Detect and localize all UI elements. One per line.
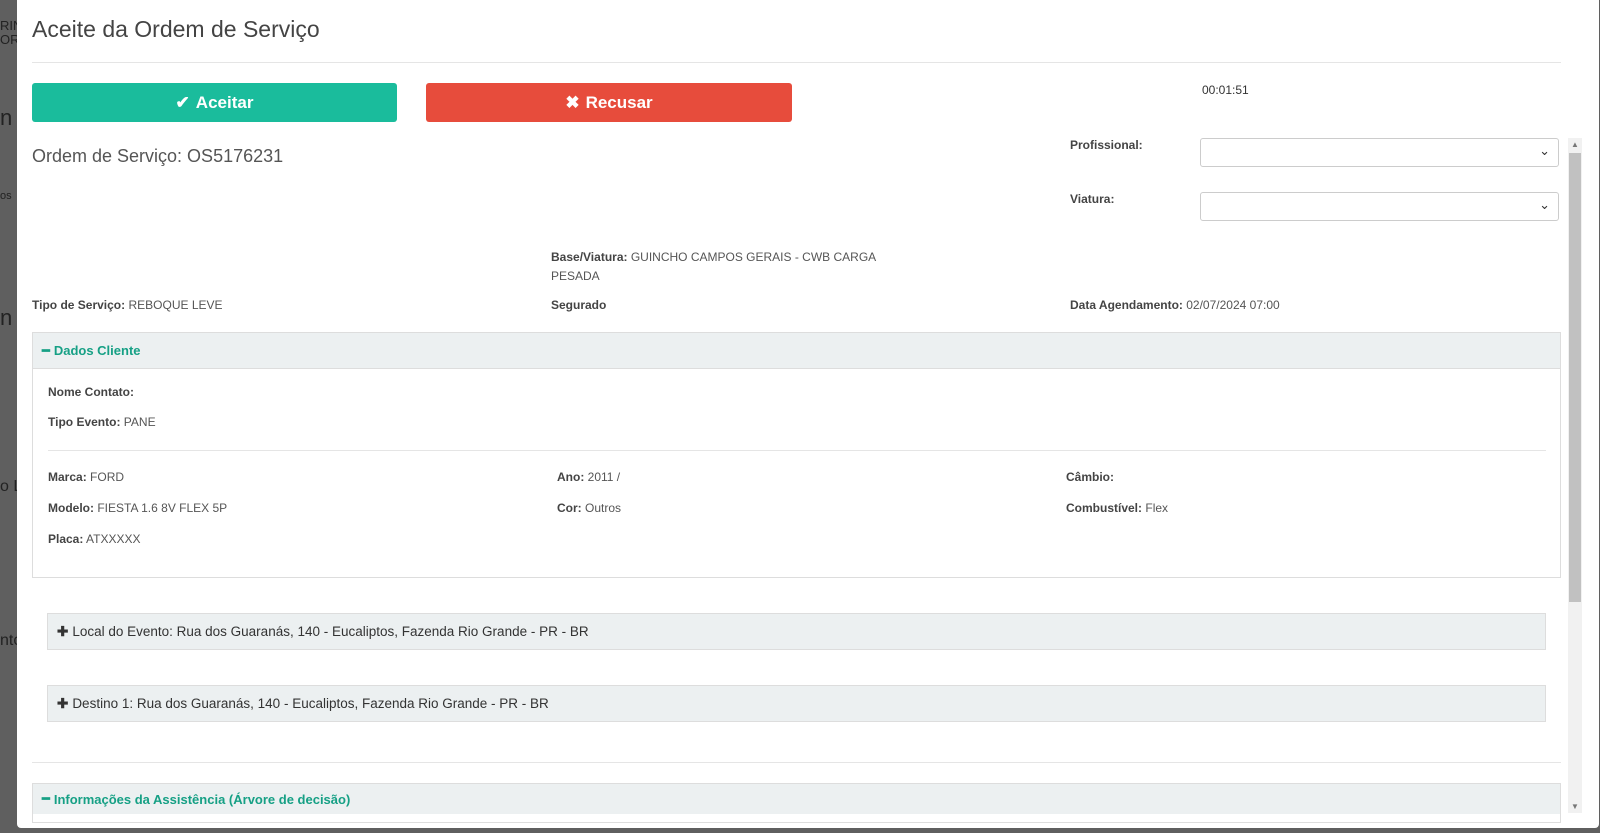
marca-value: FORD	[90, 470, 125, 484]
combustivel-label: Combustível:	[1066, 501, 1143, 515]
dados-cliente-panel: ━ Dados Cliente Nome Contato: Tipo Evento…	[32, 332, 1561, 578]
modelo-label: Modelo:	[48, 501, 94, 515]
viatura-select[interactable]: ⌄	[1200, 192, 1559, 221]
divider	[32, 762, 1561, 763]
background-text: o L	[0, 478, 17, 495]
background-text: n	[0, 105, 13, 130]
data-agendamento-value: 02/07/2024 07:00	[1186, 298, 1280, 312]
marca-label: Marca:	[48, 470, 87, 484]
refuse-button[interactable]: ✖ Recusar	[426, 83, 792, 122]
cambio-label: Câmbio:	[1066, 470, 1114, 484]
ano-label: Ano:	[557, 470, 585, 484]
background-text: n	[0, 305, 13, 330]
ano-value: 2011 /	[587, 470, 621, 484]
background-text: ORA	[0, 32, 17, 47]
cor-label: Cor:	[557, 501, 582, 515]
check-icon: ✔	[175, 92, 190, 112]
nome-contato-label: Nome Contato:	[48, 385, 134, 399]
data-agendamento-label: Data Agendamento:	[1070, 298, 1183, 312]
placa-value: ATXXXXX	[86, 532, 141, 546]
tipo-evento-label: Tipo Evento:	[48, 415, 121, 429]
local-evento-panel[interactable]: ✚ Local do Evento: Rua dos Guaranás, 140 …	[47, 613, 1546, 650]
dados-cliente-title: Dados Cliente	[53, 343, 141, 358]
accept-label: Aceitar	[195, 92, 254, 112]
destino-text: Destino 1: Rua dos Guaranás, 140 - Eucal…	[72, 696, 549, 711]
modelo-value: FIESTA 1.6 8V FLEX 5P	[97, 501, 228, 515]
divider	[48, 450, 1546, 451]
order-number: Ordem de Serviço: OS5176231	[32, 146, 284, 166]
placa-label: Placa:	[48, 532, 84, 546]
background-text: os	[0, 190, 12, 202]
background-text: RIN	[0, 18, 17, 33]
accept-order-modal: Aceite da Ordem de Serviço ✔ Aceitar ✖ Rec…	[17, 0, 1599, 828]
cor-value: Outros	[585, 501, 622, 515]
modal-title: Aceite da Ordem de Serviço	[32, 16, 320, 42]
tipo-servico-value: REBOQUE LEVE	[128, 298, 223, 312]
plus-icon: ✚	[57, 623, 69, 639]
profissional-select[interactable]: ⌄	[1200, 138, 1559, 167]
info-assistencia-panel: ━ Informações da Assistência (Árvore de d…	[32, 783, 1561, 823]
tipo-evento-value: PANE	[123, 415, 156, 429]
viatura-label: Viatura:	[1070, 192, 1115, 206]
background-text: nto	[0, 632, 17, 649]
base-viatura-label: Base/Viatura:	[551, 250, 628, 264]
combustivel-value: Flex	[1145, 501, 1169, 515]
profissional-label: Profissional:	[1070, 138, 1143, 152]
timer: 00:01:51	[1202, 83, 1249, 97]
minus-icon: ━	[42, 342, 50, 358]
plus-icon: ✚	[57, 695, 69, 711]
base-viatura-value-cont: PESADA	[551, 269, 600, 283]
minus-icon: ━	[42, 791, 50, 806]
info-assistencia-header[interactable]: ━ Informações da Assistência (Árvore de d…	[33, 784, 1560, 814]
refuse-label: Recusar	[585, 92, 653, 112]
destino-panel[interactable]: ✚ Destino 1: Rua dos Guaranás, 140 - Euca…	[47, 685, 1546, 722]
tipo-servico-label: Tipo de Serviço:	[32, 298, 126, 312]
divider	[32, 62, 1561, 63]
chevron-down-icon: ⌄	[1539, 143, 1550, 158]
chevron-down-icon: ⌄	[1539, 197, 1550, 212]
scrollbar[interactable]: ▲ ▼	[1568, 138, 1582, 813]
scroll-up-icon[interactable]: ▲	[1571, 140, 1579, 149]
times-icon: ✖	[565, 92, 580, 112]
info-assistencia-title: Informações da Assistência (Árvore de de…	[53, 791, 351, 807]
segurado-label: Segurado	[551, 298, 607, 312]
scroll-down-icon[interactable]: ▼	[1571, 802, 1579, 811]
dados-cliente-header[interactable]: ━ Dados Cliente	[33, 333, 1560, 369]
scrollbar-thumb[interactable]	[1569, 153, 1581, 602]
base-viatura-value: GUINCHO CAMPOS GERAIS - CWB CARGA	[630, 250, 877, 264]
accept-button[interactable]: ✔ Aceitar	[32, 83, 397, 122]
local-evento-text: Local do Evento: Rua dos Guaranás, 140 -…	[72, 624, 589, 639]
